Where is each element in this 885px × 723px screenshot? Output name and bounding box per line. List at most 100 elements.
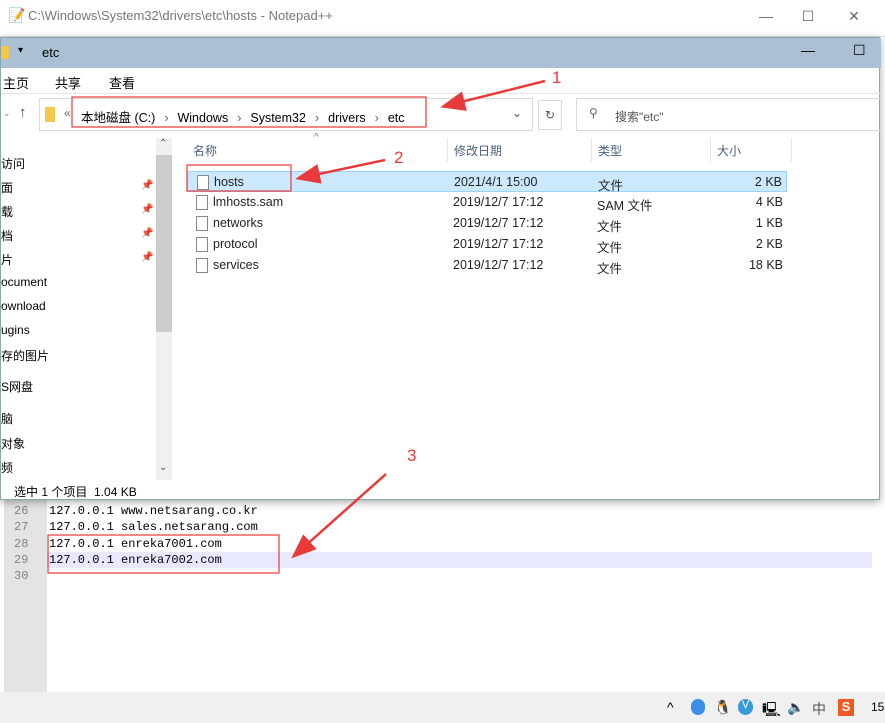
v-app-icon[interactable]: V [738,699,753,715]
nav-item[interactable]: ugins [1,323,30,337]
annotation-label-2: 2 [394,148,404,167]
breadcrumb-separator-icon[interactable]: › [375,111,379,125]
file-icon [197,175,209,190]
file-icon [196,237,208,252]
maximize-button[interactable]: ☐ [788,4,828,28]
sogou-icon[interactable]: S [838,699,854,716]
breadcrumb-separator-icon[interactable]: › [315,111,319,125]
nav-item[interactable]: 存的图片 [1,347,49,364]
status-text: 选中 1 个项目 1.04 KB [14,485,137,499]
pin-icon[interactable]: 📌 [141,228,153,239]
nav-item[interactable]: 档 [1,227,13,244]
overflow-icon[interactable]: « [64,106,71,120]
nav-item[interactable]: S网盘 [1,378,33,395]
clock[interactable]: 15 [871,700,884,714]
explorer-title: etc [42,45,60,60]
explorer-title-bar: ▾ etc — ☐ [1,38,881,68]
breadcrumb-item[interactable]: 本地磁盘 (C:) [81,111,155,125]
taskbar: ^ 🐧 V 🖳 🔈 中 S 15 [0,692,885,723]
column-name[interactable]: 名称 [193,142,217,159]
show-hidden-icons-icon[interactable]: ^ [667,699,674,715]
pin-icon[interactable]: 📌 [141,180,153,191]
nav-item[interactable]: 频 [1,459,13,476]
column-type[interactable]: 类型 [598,142,622,159]
nav-item[interactable]: ocument [1,275,47,289]
nav-item[interactable]: 面 [1,179,13,196]
volume-icon[interactable]: 🔈 [787,699,804,716]
code-line: 127.0.0.1 sales.netsarang.com [49,520,258,535]
breadcrumb-separator-icon[interactable]: › [237,111,241,125]
minimize-button[interactable]: — [746,4,786,28]
file-date: 2021/4/1 15:00 [454,175,538,189]
file-row[interactable]: services 2019/12/7 17:12 文件 18 KB [187,255,787,276]
file-name: services [213,258,259,272]
line-number: 28 [14,536,29,551]
line-number: 26 [14,504,29,518]
tab-view[interactable]: 查看 [109,73,135,92]
folder-icon [45,107,55,122]
pin-icon[interactable]: 📌 [141,252,153,263]
nav-item[interactable]: 脑 [1,410,13,427]
file-type: 文件 [597,262,623,276]
status-bar: 选中 1 个项目 1.04 KB [1,479,881,501]
file-size: 18 KB [748,258,783,272]
search-icon: ⚲ [589,106,598,120]
ime-indicator[interactable]: 中 [812,699,826,719]
breadcrumb-separator-icon[interactable]: › [164,111,168,125]
network-icon[interactable]: 🖳 [762,699,781,723]
tab-home[interactable]: 主页 [3,73,29,92]
nav-item[interactable]: 载 [1,203,13,220]
file-name: networks [213,216,264,230]
breadcrumb-item[interactable]: drivers [328,111,366,125]
scroll-down-icon[interactable]: ⌄ [159,462,167,473]
file-row[interactable]: lmhosts.sam 2019/12/7 17:12 SAM 文件 4 KB [187,192,787,213]
maximize-button[interactable]: ☐ [853,42,866,59]
ribbon-tabs: 主页 共享 查看 [1,68,881,94]
breadcrumb-item[interactable]: Windows [177,111,228,125]
column-size[interactable]: 大小 [717,142,741,159]
nav-item[interactable]: ownload [1,299,46,313]
pin-icon[interactable]: 📌 [141,204,153,215]
line-number: 27 [14,520,29,535]
file-name: hosts [214,175,244,189]
file-icon [196,195,208,210]
file-size: 2 KB [755,237,783,251]
chevron-down-icon[interactable]: ⌄ [512,106,522,120]
tab-share[interactable]: 共享 [55,73,81,92]
qq-icon[interactable]: 🐧 [714,699,731,716]
navigation-pane: 访问面 📌 载 📌 档 📌 片 📌 ocument ownload ugins 存的图片 S网盘脑对象频 [1,135,173,479]
code-line: 127.0.0.1 enreka7002.com [49,552,222,567]
file-row[interactable]: protocol 2019/12/7 17:12 文件 2 KB [187,234,787,255]
refresh-icon[interactable]: ↻ [538,100,562,130]
address-bar[interactable]: « 本地磁盘 (C:) › Windows › System32 › drivers › etc… [39,98,533,131]
file-type: 文件 [597,241,623,255]
notepad-icon: 📝 [8,7,26,23]
minimize-button[interactable]: — [801,42,815,58]
file-explorer-window: ▾ etc — ☐ 主页 共享 查看 ⌄ ↑ « 本地磁盘 (C:) › Windo… [0,37,881,501]
nav-scrollbar-thumb[interactable] [156,155,172,332]
window-title: C:\Windows\System32\drivers\etc\hosts - … [28,8,333,23]
search-input[interactable]: ⚲ 搜索"etc" [576,98,881,131]
shield-app-icon[interactable] [691,699,705,715]
annotation-label-1: 1 [552,68,562,87]
file-name: lmhosts.sam [213,195,284,209]
code-line: 127.0.0.1 www.netsarang.co.kr [49,504,258,518]
annotation-label-3: 3 [407,446,417,465]
nav-item[interactable]: 对象 [1,435,25,452]
file-date: 2019/12/7 17:12 [453,195,544,209]
scroll-up-icon[interactable]: ⌃ [159,138,167,149]
file-row[interactable]: networks 2019/12/7 17:12 文件 1 KB [187,213,787,234]
column-date[interactable]: 修改日期 [454,142,502,159]
quick-access-dropdown-icon[interactable]: ▾ [18,45,23,56]
nav-item[interactable]: 访问 [1,155,25,172]
close-button[interactable]: ✕ [834,4,874,28]
nav-item[interactable]: 片 [1,251,13,268]
folder-icon [1,46,9,59]
breadcrumb-item[interactable]: System32 [250,111,306,125]
file-size: 1 KB [755,216,783,230]
breadcrumb-item[interactable]: etc [388,111,405,125]
file-row[interactable]: hosts 2021/4/1 15:00 文件 2 KB [187,171,787,193]
up-arrow-icon[interactable]: ↑ [19,104,27,121]
recent-dropdown-icon[interactable]: ⌄ [3,108,11,119]
file-date: 2019/12/7 17:12 [453,216,544,230]
